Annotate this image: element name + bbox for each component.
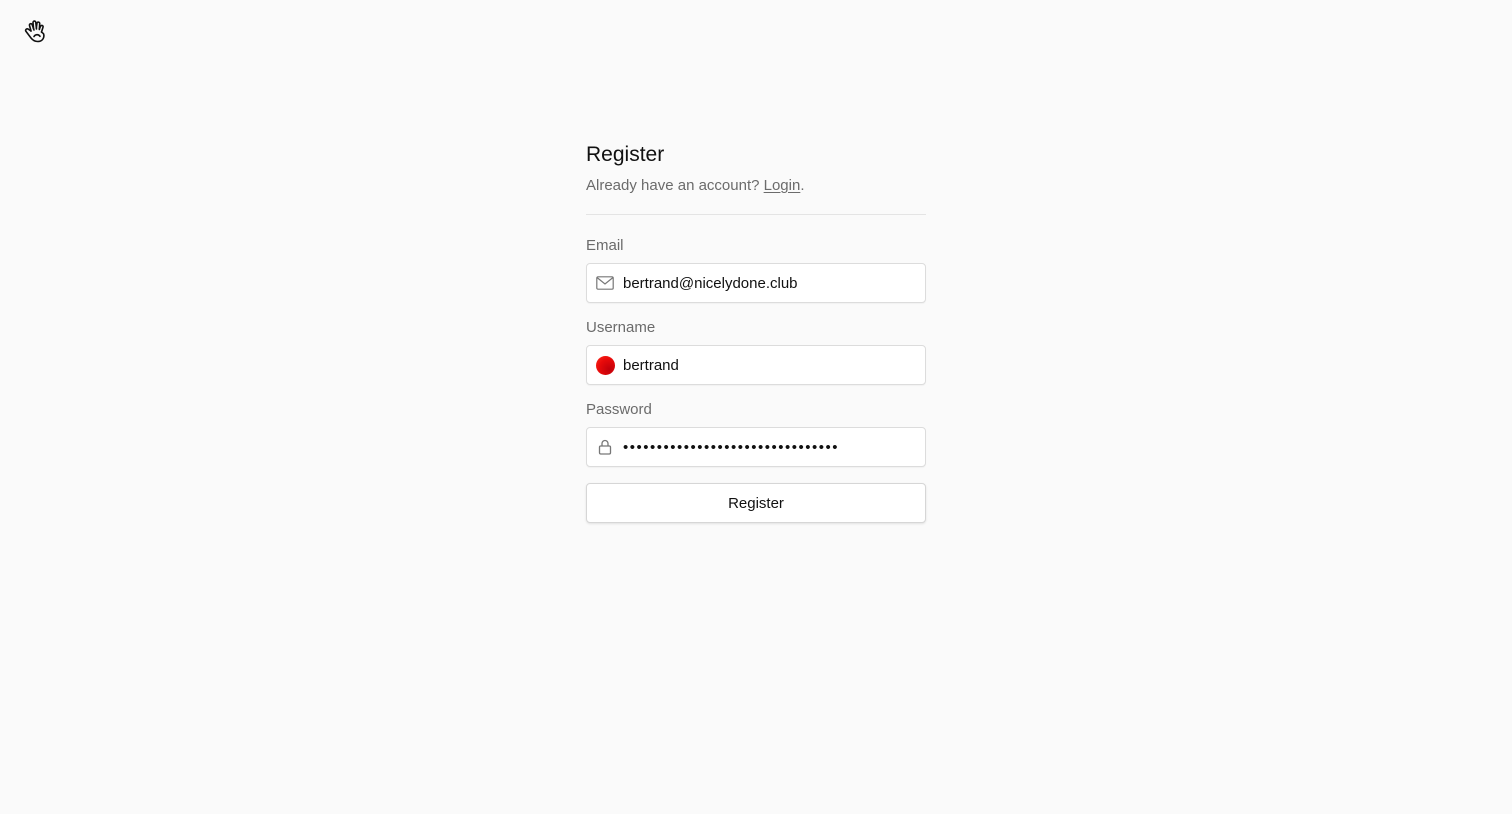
mail-icon xyxy=(595,273,615,293)
username-input[interactable] xyxy=(623,346,925,384)
password-field[interactable] xyxy=(586,427,926,467)
login-prompt-text: Already have an account? xyxy=(586,177,764,194)
register-button[interactable]: Register xyxy=(586,483,926,523)
logo-icon[interactable] xyxy=(22,18,50,46)
register-form: Register Already have an account? Login.… xyxy=(586,140,926,523)
page-title: Register xyxy=(586,143,665,166)
email-label: Email xyxy=(586,237,624,254)
avatar-icon xyxy=(595,355,615,375)
password-input[interactable] xyxy=(623,428,925,466)
avatar xyxy=(595,355,615,375)
lock-icon xyxy=(595,437,615,457)
login-link[interactable]: Login xyxy=(764,177,801,194)
email-input[interactable] xyxy=(623,264,925,302)
password-label: Password xyxy=(586,401,652,418)
username-field[interactable] xyxy=(586,345,926,385)
login-prompt: Already have an account? Login. xyxy=(586,176,926,196)
username-label: Username xyxy=(586,319,656,336)
divider xyxy=(586,214,926,215)
email-field[interactable] xyxy=(586,263,926,303)
login-prompt-period: . xyxy=(800,177,805,194)
